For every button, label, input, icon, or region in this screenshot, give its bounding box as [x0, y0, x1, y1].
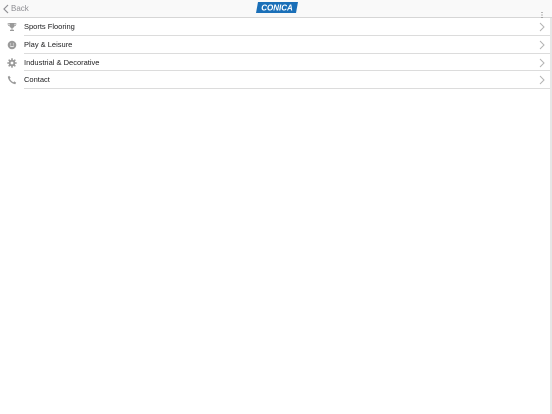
menu-item-play-leisure[interactable]: Play & Leisure: [0, 36, 550, 54]
trophy-icon: [7, 22, 17, 32]
menu-item-contact[interactable]: Contact: [0, 71, 550, 89]
back-button[interactable]: Back: [3, 2, 29, 16]
menu-list: Sports Flooring Play & Leisure Industria…: [0, 18, 550, 89]
more-menu-button[interactable]: [540, 6, 544, 19]
gear-icon: [7, 57, 17, 68]
chevron-left-icon: [3, 4, 9, 14]
back-label: Back: [11, 4, 29, 13]
menu-item-label: Play & Leisure: [24, 39, 73, 49]
menu-item-label: Industrial & Decorative: [24, 57, 100, 67]
chevron-right-icon: [539, 22, 545, 32]
menu-item-label: Contact: [24, 75, 50, 85]
chevron-right-icon: [539, 58, 545, 68]
menu-item-industrial-decorative[interactable]: Industrial & Decorative: [0, 54, 550, 72]
menu-item-label: Sports Flooring: [24, 22, 75, 31]
chevron-right-icon: [539, 75, 545, 85]
conica-logo: CONICA: [256, 2, 298, 13]
phone-icon: [7, 75, 17, 85]
menu-item-sports-flooring[interactable]: Sports Flooring: [0, 18, 550, 36]
smiley-icon: [7, 40, 17, 50]
logo-text: CONICA: [261, 4, 293, 13]
chevron-right-icon: [539, 40, 545, 50]
navigation-bar: Back CONICA: [0, 0, 552, 19]
